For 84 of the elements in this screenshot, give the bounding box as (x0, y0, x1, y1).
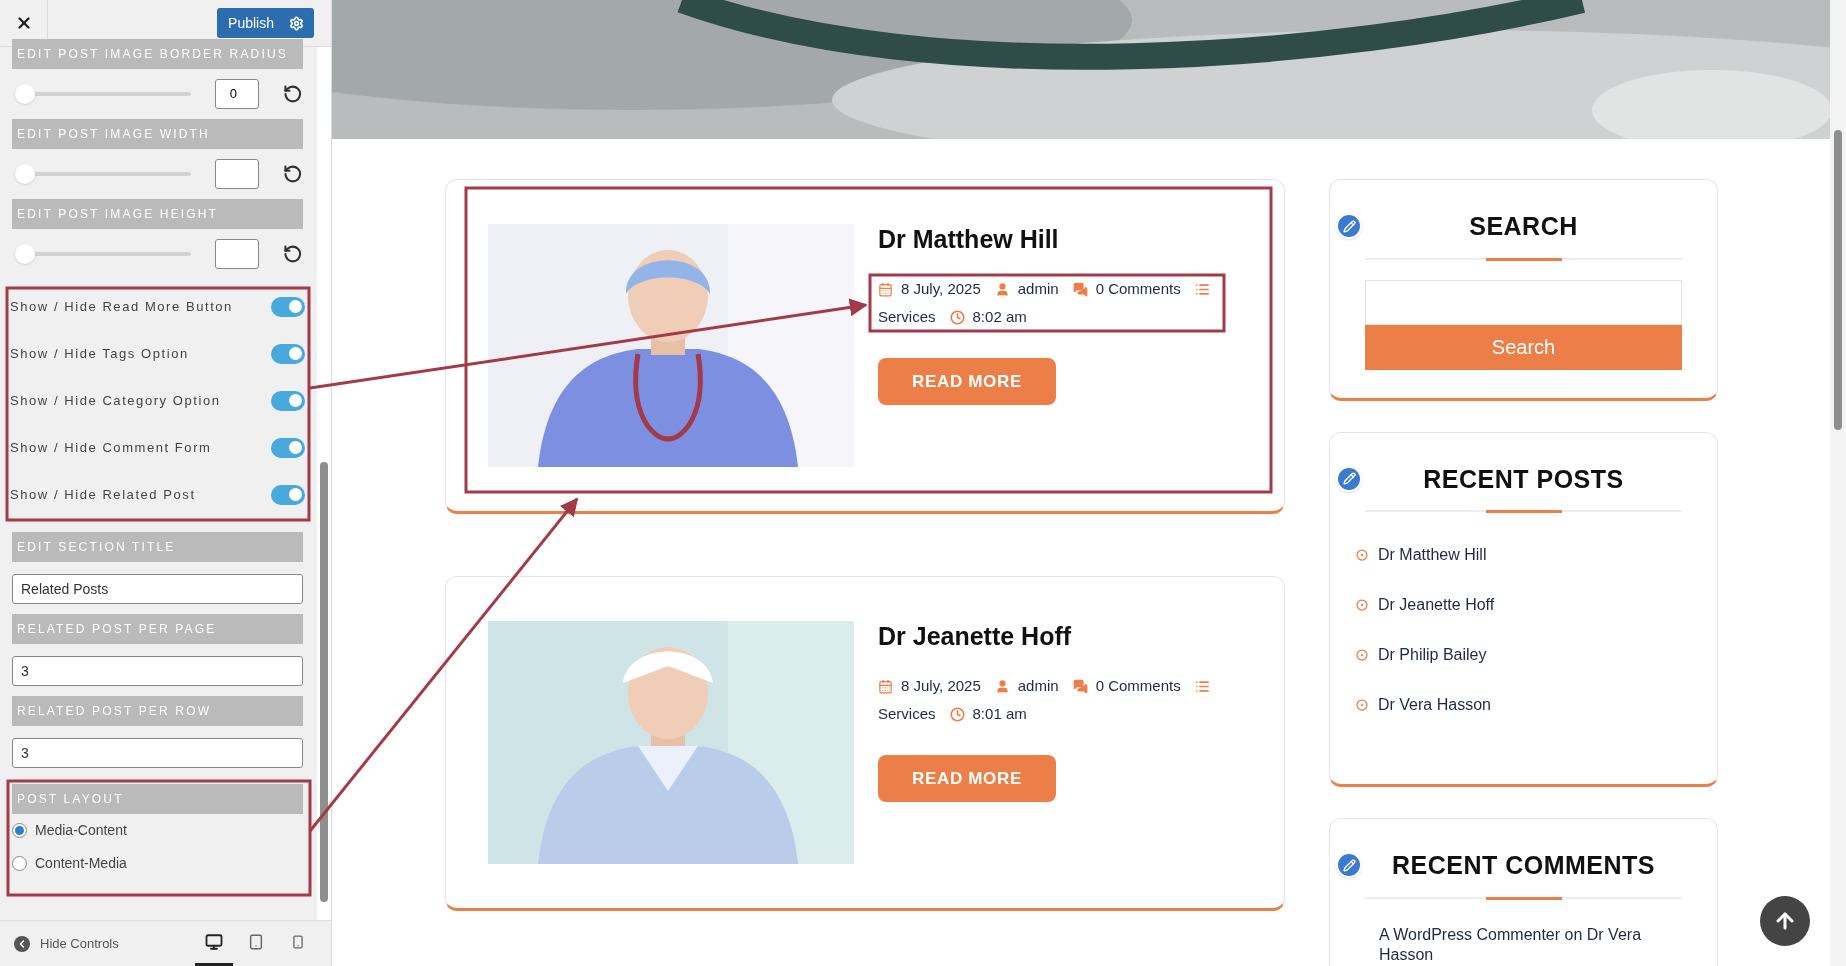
reset-icon[interactable] (283, 164, 303, 184)
collapse-icon[interactable] (14, 935, 30, 952)
meta-text: 8:01 am (972, 703, 1027, 724)
section-header: EDIT POST IMAGE WIDTH (12, 119, 303, 149)
toggle-switch[interactable] (271, 296, 305, 317)
publish-button[interactable]: Publish (217, 8, 285, 38)
section-header: EDIT POST IMAGE BORDER RADIUS (12, 39, 303, 69)
toggle-switch[interactable] (271, 437, 305, 458)
slider-thumb[interactable] (15, 164, 35, 184)
recent-post-link[interactable]: Dr Philip Bailey (1378, 643, 1487, 667)
section-header: RELATED POST PER PAGE (12, 614, 303, 644)
slider-track[interactable] (15, 164, 191, 184)
settings-icon[interactable] (289, 15, 304, 31)
widget-title: RECENT POSTS (1423, 463, 1624, 495)
number-field[interactable] (214, 239, 260, 269)
toggle-label: Show / Hide Related Post (10, 485, 196, 504)
bullet-icon (1356, 649, 1368, 661)
toggle-switch[interactable] (271, 390, 305, 411)
text-field[interactable]: Related Posts (12, 574, 303, 604)
edit-icon[interactable] (1336, 852, 1362, 878)
scrollbar[interactable] (1830, 0, 1846, 966)
meta-text: 0 Comments (1095, 278, 1181, 299)
desktop-icon (205, 933, 223, 951)
section-header: RELATED POST PER ROW (12, 696, 303, 726)
toggle-switch[interactable] (271, 484, 305, 505)
user-icon (994, 281, 1010, 297)
comments-icon (1072, 678, 1088, 694)
scrollbar[interactable] (317, 47, 331, 920)
reset-icon[interactable] (283, 244, 303, 264)
edit-icon[interactable] (1336, 465, 1362, 492)
radio-option[interactable]: Content-Media (12, 847, 303, 880)
toggle-label: Show / Hide Tags Option (10, 344, 189, 363)
category-link[interactable]: Services (878, 702, 936, 726)
radio-button[interactable] (12, 856, 27, 871)
category-link[interactable]: Services (878, 305, 936, 329)
list-icon (1194, 281, 1210, 297)
section-header: EDIT POST IMAGE HEIGHT (12, 199, 303, 229)
meta-text: 0 Comments (1095, 675, 1181, 696)
clock-icon (949, 706, 965, 722)
edit-icon[interactable] (1336, 213, 1362, 239)
meta-text: 8:02 am (972, 306, 1027, 327)
number-field[interactable] (214, 159, 260, 189)
post-title[interactable]: Dr Jeanette Hoff (878, 621, 1210, 651)
radio-option[interactable]: Media-Content (12, 814, 303, 847)
bullet-icon (1356, 549, 1368, 561)
meta-text: admin (1017, 278, 1059, 299)
number-field[interactable]: 0 (214, 79, 260, 109)
text-field[interactable]: 3 (12, 656, 303, 686)
toggle-label: Show / Hide Category Option (10, 391, 221, 410)
radio-button[interactable] (12, 823, 27, 838)
hide-controls-link[interactable]: Hide Controls (40, 933, 119, 954)
slider-track[interactable] (15, 84, 191, 104)
recent-post-link[interactable]: Dr Matthew Hill (1378, 543, 1487, 567)
clock-icon (949, 309, 965, 325)
user-icon (994, 678, 1010, 694)
section-header: POST LAYOUT (12, 784, 303, 814)
tablet-icon (248, 933, 264, 951)
recent-comment[interactable]: A WordPress Commenter on Dr Vera Hasson (1379, 924, 1659, 965)
meta-text: admin (1017, 675, 1059, 696)
list-icon (1194, 678, 1210, 694)
slider-thumb[interactable] (15, 244, 35, 264)
slider-track[interactable] (15, 244, 191, 264)
reset-icon[interactable] (283, 84, 303, 104)
text-field[interactable]: 3 (12, 738, 303, 768)
recent-post-link[interactable]: Dr Vera Hasson (1378, 693, 1491, 717)
mobile-icon (291, 933, 305, 951)
widget-title: SEARCH (1469, 211, 1578, 242)
meta-text: 8 July, 2025 (901, 675, 981, 696)
meta-text: 8 July, 2025 (901, 278, 981, 299)
calendar-icon (878, 678, 893, 694)
post-title[interactable]: Dr Matthew Hill (878, 224, 1210, 254)
bullet-icon (1356, 599, 1368, 611)
calendar-icon (878, 281, 893, 297)
comments-icon (1072, 281, 1088, 297)
toggle-label: Show / Hide Comment Form (10, 438, 212, 457)
toggle-switch[interactable] (271, 343, 305, 364)
back-to-top-button[interactable] (1760, 896, 1810, 946)
search-field[interactable] (1365, 279, 1682, 325)
widget-title: RECENT COMMENTS (1391, 850, 1656, 881)
toggle-label: Show / Hide Read More Button (10, 297, 233, 316)
section-header: EDIT SECTION TITLE (12, 532, 303, 562)
slider-thumb[interactable] (15, 84, 35, 104)
recent-post-link[interactable]: Dr Jeanette Hoff (1378, 593, 1495, 617)
bullet-icon (1356, 699, 1368, 711)
